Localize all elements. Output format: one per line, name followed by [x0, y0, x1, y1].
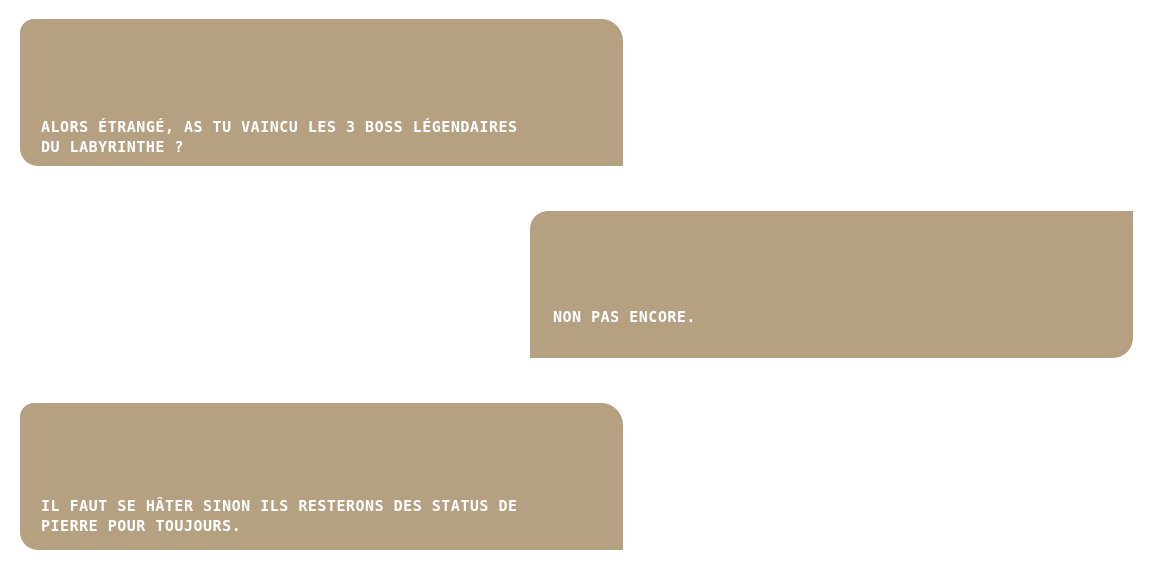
- dialogue-bubble-player: Non pas encore.: [530, 211, 1133, 358]
- dialogue-bubble-npc-1: Alors étrangé, as tu vaincu les 3 boss l…: [20, 19, 623, 166]
- dialogue-text: Alors étrangé, as tu vaincu les 3 boss l…: [41, 118, 518, 156]
- dialogue-text: Non pas encore.: [553, 308, 696, 326]
- dialogue-bubble-npc-2: Il faut se hâter sinon ils resterons des…: [20, 403, 623, 550]
- dialogue-text: Il faut se hâter sinon ils resterons des…: [41, 497, 518, 535]
